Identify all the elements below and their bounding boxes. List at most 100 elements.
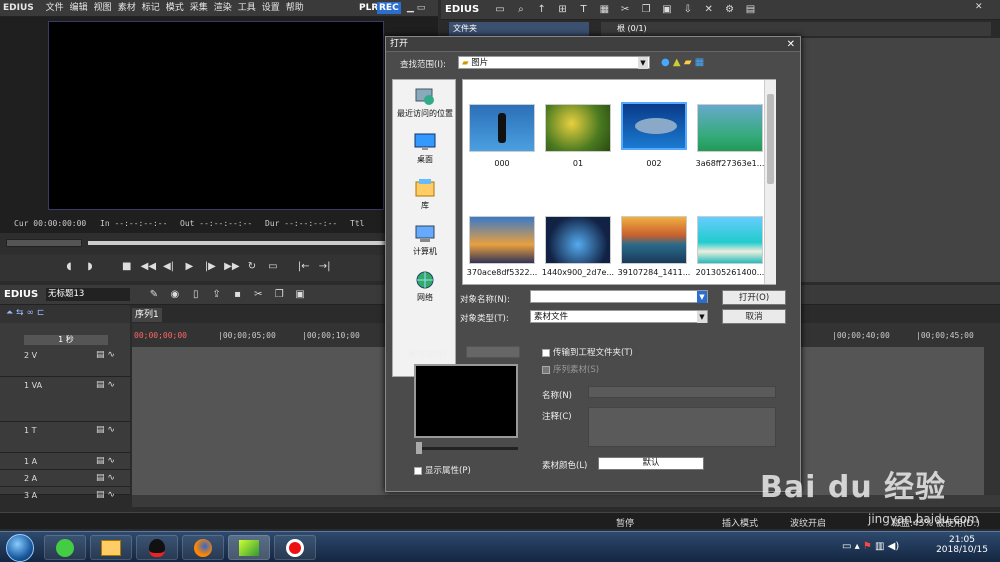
tray-volume-icon[interactable]: ◀) [888, 541, 900, 552]
object-type-select[interactable]: 素材文件 ▼ [530, 310, 708, 323]
seq-clip-box[interactable] [542, 365, 550, 374]
title-icon[interactable]: T [577, 4, 591, 16]
sequence-tab[interactable]: 序列1 [132, 308, 162, 322]
root-tab[interactable]: 根 (0/1) [601, 22, 991, 36]
file-name-4[interactable]: 370ace8df5322... [460, 268, 544, 277]
place-computer[interactable]: 计算机 [393, 224, 457, 257]
mode-icons[interactable]: ⏶ ⇆ ∞ ⊏ [6, 308, 44, 318]
copy-to-project-checkbox[interactable]: 传输到工程文件夹(T) [542, 346, 633, 358]
paste-icon-2[interactable]: ▣ [293, 289, 307, 301]
track-header[interactable]: 2 V ▤ ∿ [0, 347, 130, 377]
copy-icon[interactable]: ❐ [639, 4, 653, 16]
show-props-box[interactable] [414, 466, 422, 475]
tray-arrow-icon[interactable]: ▴ [855, 541, 860, 552]
cut-icon-2[interactable]: ✂ [251, 289, 265, 301]
step-back-icon[interactable]: ◀| [162, 261, 176, 273]
seq-clip-checkbox[interactable]: 序列素材(S) [542, 363, 599, 375]
project-name[interactable]: 无标题13 [46, 288, 130, 301]
copy-to-project-box[interactable] [542, 348, 550, 357]
properties-icon[interactable]: ⚙ [723, 4, 737, 16]
new-folder-icon[interactable]: ▰ [684, 57, 692, 68]
file-name-7[interactable]: 201305261400... [688, 268, 772, 277]
timeline-add-icon[interactable]: ⇩ [681, 4, 695, 16]
taskbar-explorer[interactable] [90, 535, 132, 560]
track-header[interactable]: 1 VA ▤ ∿ [0, 377, 130, 422]
zoom-value[interactable]: 1 秒 [24, 335, 108, 345]
menu-item[interactable]: 采集 [187, 0, 211, 16]
up-folder-icon[interactable]: ▲ [673, 57, 681, 68]
loop-icon[interactable]: ↻ [245, 261, 259, 273]
file-thumb-2[interactable] [621, 102, 687, 150]
file-thumb-0[interactable] [469, 104, 535, 152]
menu-item[interactable]: 素材 [115, 0, 139, 16]
look-in-select[interactable]: ▰ 图片 ▼ [458, 56, 650, 69]
new-icon[interactable]: ▯ [189, 289, 203, 301]
folder-icon[interactable]: ▭ [493, 4, 507, 16]
cut-icon[interactable]: ✂ [618, 4, 632, 16]
taskbar-recorder[interactable] [274, 535, 316, 560]
settings-icon[interactable]: ✎ [147, 289, 161, 301]
file-name-3[interactable]: 3a68ff27363e1... [688, 159, 772, 168]
track-mute-icon[interactable]: ▤ ∿ [96, 425, 115, 435]
preview-slider[interactable] [416, 447, 518, 450]
file-thumb-1[interactable] [545, 104, 611, 152]
insert-icon[interactable]: |← [297, 261, 311, 273]
track-header[interactable]: 1 T ▤ ∿ [0, 422, 130, 453]
play-icon[interactable]: ▶ [182, 261, 196, 273]
tray-keyboard-icon[interactable]: ▭ [842, 541, 851, 552]
tray-icons[interactable]: ▭ ▴ ⚑ ▥ ◀) [842, 541, 899, 552]
bin-tool-icons[interactable]: ▭ ⌕ ↑ ⊞ T ▦ ✂ ❐ ▣ ⇩ ✕ ⚙ ▤ [491, 4, 760, 16]
timeline-scrubber[interactable] [88, 241, 386, 245]
file-name-6[interactable]: 39107284_1411... [612, 268, 696, 277]
taskbar-qq[interactable] [136, 535, 178, 560]
file-grid-scrollbar[interactable] [764, 80, 776, 284]
add-clip-icon[interactable]: ⊞ [556, 4, 570, 16]
rewind-icon[interactable]: ◀◀ [141, 261, 156, 273]
bin-close-icon[interactable]: ✕ [975, 2, 983, 12]
taskbar-edius[interactable] [228, 535, 270, 560]
overwrite-icon[interactable]: →| [318, 261, 332, 273]
file-thumb-5[interactable] [545, 216, 611, 264]
clock[interactable]: 21:05 2018/10/15 [936, 535, 988, 555]
back-icon[interactable]: ● [661, 57, 670, 68]
view-menu-icon[interactable]: ▦ [695, 57, 704, 68]
file-thumb-7[interactable] [697, 216, 763, 264]
open-icon[interactable]: ⇪ [210, 289, 224, 301]
menu-item[interactable]: 模式 [163, 0, 187, 16]
start-button[interactable] [6, 534, 34, 562]
color-bar-icon[interactable]: ▦ [597, 4, 611, 16]
nav-icons[interactable]: ● ▲ ▰ ▦ [661, 57, 704, 68]
rec-toggle[interactable]: REC [377, 2, 401, 14]
place-desktop[interactable]: 桌面 [393, 132, 457, 165]
menu-item[interactable]: 工具 [235, 0, 259, 16]
menu-item[interactable]: 帮助 [283, 0, 307, 16]
track-mute-icon[interactable]: ▤ ∿ [96, 380, 115, 390]
step-forward-icon[interactable]: |▶ [203, 261, 217, 273]
stop-icon[interactable]: ■ [120, 261, 134, 273]
paste-icon[interactable]: ▣ [660, 4, 674, 16]
comment-field[interactable] [588, 407, 776, 447]
name-field[interactable] [588, 386, 776, 398]
cancel-button[interactable]: 取消 [722, 309, 786, 324]
jog-slider[interactable] [6, 239, 82, 247]
place-recent[interactable]: 最近访问的位置 [393, 86, 457, 119]
color-select[interactable]: 默认 [598, 457, 704, 470]
tray-flag-icon[interactable]: ⚑ [863, 541, 872, 552]
show-props-checkbox[interactable]: 显示属性(P) [414, 464, 471, 476]
track-mute-icon[interactable]: ▤ ∿ [96, 490, 115, 500]
search-icon[interactable]: ⌕ [514, 4, 528, 16]
fast-forward-icon[interactable]: ▶▶ [224, 261, 239, 273]
preview-axis-field[interactable] [466, 346, 520, 358]
track-header[interactable]: 3 A ▤ ∿ [0, 487, 130, 500]
track-mute-icon[interactable]: ▤ ∿ [96, 456, 115, 466]
menu-item[interactable]: 文件 [43, 0, 67, 16]
taskbar-firefox[interactable] [182, 535, 224, 560]
scrollbar-thumb[interactable] [767, 94, 774, 184]
preview-slider-thumb[interactable] [416, 442, 422, 454]
menu-item[interactable]: 渲染 [211, 0, 235, 16]
tray-network-icon[interactable]: ▥ [875, 541, 884, 552]
object-type-chevron-icon[interactable]: ▼ [697, 311, 707, 323]
timeline-tool-icons[interactable]: ✎ ◉ ▯ ⇪ ▪ ✂ ❐ ▣ [145, 289, 309, 301]
dialog-close-icon[interactable]: ✕ [787, 37, 795, 52]
track-header[interactable]: 2 A ▤ ∿ [0, 470, 130, 487]
